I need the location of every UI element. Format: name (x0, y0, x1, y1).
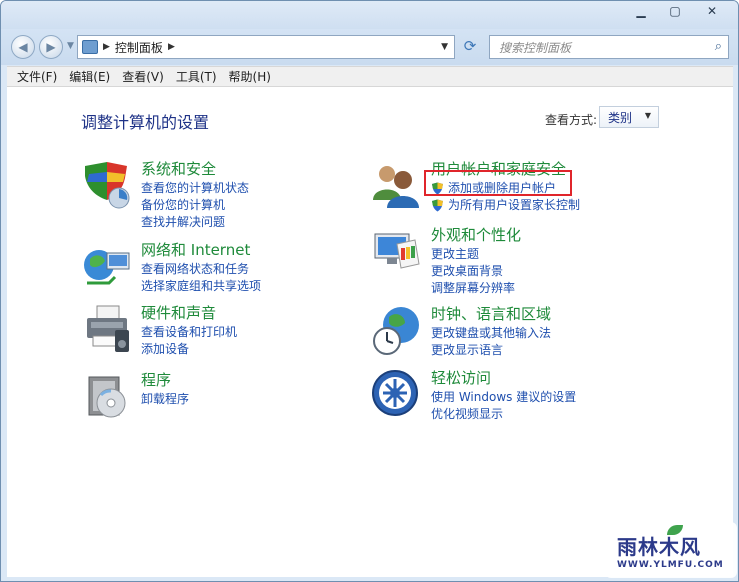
control-panel-window: ▁ ▢ ✕ ◀ ▶ ▼ ▶ 控制面板 ▶ ▼ ⟳ 搜索控制面板 ⌕ 文件(F) … (0, 0, 739, 582)
address-bar[interactable]: ▶ 控制面板 ▶ ▼ (77, 35, 455, 59)
programs-icon[interactable] (81, 371, 133, 423)
category-links: 更改主题 更改桌面背景 调整屏幕分辨率 (431, 246, 515, 297)
refresh-icon[interactable]: ⟳ (459, 37, 481, 59)
link-change-input-methods[interactable]: 更改键盘或其他输入法 (431, 325, 551, 342)
view-by-label: 查看方式: (545, 113, 598, 127)
category-title[interactable]: 硬件和声音 (141, 302, 216, 323)
link-backup-computer[interactable]: 备份您的计算机 (141, 197, 249, 214)
menu-file[interactable]: 文件(F) (11, 68, 63, 85)
system-security-icon[interactable] (81, 160, 133, 212)
category-links: 查看您的计算机状态 备份您的计算机 查找并解决问题 (141, 180, 249, 231)
menu-view[interactable]: 查看(V) (116, 68, 170, 85)
link-parental-controls[interactable]: 为所有用户设置家长控制 (431, 197, 580, 214)
breadcrumb-control-panel[interactable]: 控制面板 (115, 39, 163, 56)
content-area: 调整计算机的设置 查看方式: 类别 ▼ 系统和安全 查看您的计算机状态 备份您的… (7, 87, 733, 577)
link-view-network-status[interactable]: 查看网络状态和任务 (141, 261, 261, 278)
link-view-computer-status[interactable]: 查看您的计算机状态 (141, 180, 249, 197)
link-view-devices-printers[interactable]: 查看设备和打印机 (141, 324, 237, 341)
watermark-logo-text: 雨林木风 (617, 535, 701, 559)
link-uninstall-program[interactable]: 卸载程序 (141, 391, 189, 408)
chevron-down-icon: ▼ (644, 111, 651, 120)
menu-edit[interactable]: 编辑(E) (63, 68, 116, 85)
category-title[interactable]: 程序 (141, 369, 171, 390)
category-title[interactable]: 外观和个性化 (431, 224, 521, 245)
ease-of-access-icon[interactable] (371, 369, 423, 421)
link-adjust-resolution[interactable]: 调整屏幕分辨率 (431, 280, 515, 297)
network-internet-icon[interactable] (81, 241, 133, 293)
uac-shield-icon (432, 199, 443, 212)
category-links: 使用 Windows 建议的设置 优化视频显示 (431, 389, 576, 423)
navigation-bar: ◀ ▶ ▼ ▶ 控制面板 ▶ ▼ ⟳ 搜索控制面板 ⌕ (1, 29, 738, 65)
category-links: 卸载程序 (141, 391, 189, 408)
address-separator-trailing[interactable]: ▶ (168, 42, 175, 52)
category-title[interactable]: 轻松访问 (431, 367, 491, 388)
search-placeholder: 搜索控制面板 (499, 40, 572, 55)
link-optimize-visual-display[interactable]: 优化视频显示 (431, 406, 576, 423)
title-bar: ▁ ▢ ✕ (1, 1, 738, 29)
caption-buttons: ▁ ▢ ✕ (624, 1, 732, 21)
menu-help[interactable]: 帮助(H) (223, 68, 277, 85)
clock-language-icon[interactable] (371, 305, 423, 357)
link-label: 为所有用户设置家长控制 (448, 198, 581, 212)
category-title[interactable]: 系统和安全 (141, 158, 216, 179)
category-title[interactable]: 时钟、语言和区域 (431, 303, 551, 324)
appearance-icon[interactable] (371, 226, 423, 278)
category-links: 查看设备和打印机 添加设备 (141, 324, 237, 358)
back-button[interactable]: ◀ (11, 35, 35, 59)
minimize-button[interactable]: ▁ (624, 1, 658, 21)
search-icon[interactable]: ⌕ (715, 39, 722, 54)
category-links: 查看网络状态和任务 选择家庭组和共享选项 (141, 261, 261, 295)
control-panel-icon (82, 40, 98, 54)
forward-button[interactable]: ▶ (39, 35, 63, 59)
link-change-desktop-background[interactable]: 更改桌面背景 (431, 263, 515, 280)
page-title: 调整计算机的设置 (81, 113, 210, 132)
category-title[interactable]: 网络和 Internet (141, 239, 250, 260)
recent-pages-dropdown[interactable]: ▼ (67, 41, 74, 51)
address-separator[interactable]: ▶ (103, 42, 110, 52)
link-homegroup-sharing[interactable]: 选择家庭组和共享选项 (141, 278, 261, 295)
highlight-annotation-box (424, 170, 572, 196)
site-watermark: 雨林木风 WWW.YLMFU.COM (605, 522, 737, 578)
menu-bar: 文件(F) 编辑(E) 查看(V) 工具(T) 帮助(H) (7, 66, 733, 87)
view-by-value: 类别 (608, 110, 633, 125)
close-button[interactable]: ✕ (692, 1, 732, 21)
search-input[interactable]: 搜索控制面板 ⌕ (489, 35, 729, 59)
address-dropdown-icon[interactable]: ▼ (441, 42, 448, 52)
link-change-theme[interactable]: 更改主题 (431, 246, 515, 263)
view-by-dropdown[interactable]: 类别 ▼ (599, 106, 659, 128)
category-links: 更改键盘或其他输入法 更改显示语言 (431, 325, 551, 359)
link-add-device[interactable]: 添加设备 (141, 341, 237, 358)
link-use-recommended-settings[interactable]: 使用 Windows 建议的设置 (431, 389, 576, 406)
hardware-sound-icon[interactable] (81, 304, 133, 356)
user-accounts-icon[interactable] (371, 160, 423, 212)
link-change-display-language[interactable]: 更改显示语言 (431, 342, 551, 359)
watermark-url: WWW.YLMFU.COM (617, 560, 724, 570)
menu-tools[interactable]: 工具(T) (170, 68, 223, 85)
maximize-button[interactable]: ▢ (658, 1, 692, 21)
link-find-fix-problems[interactable]: 查找并解决问题 (141, 214, 249, 231)
